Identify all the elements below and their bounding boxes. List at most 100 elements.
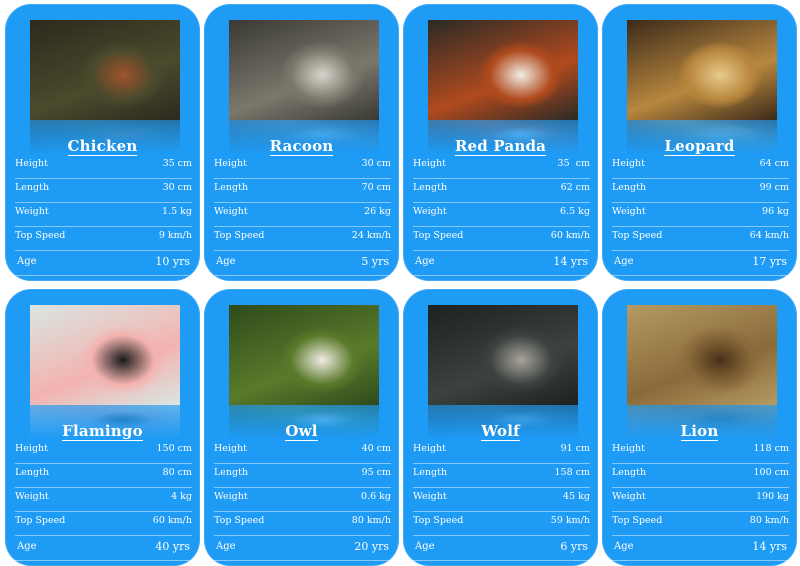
stat-label: Height — [15, 158, 48, 169]
stat-row-weight[interactable]: Weight 190 kg — [612, 488, 789, 512]
card-title-text: Wolf — [481, 422, 520, 441]
stat-row-top-speed[interactable]: Top Speed 59 km/h — [413, 512, 590, 536]
stat-value: 64 cm — [759, 158, 789, 169]
stat-row-weight[interactable]: Weight 0.6 kg — [214, 488, 391, 512]
stat-value: 14 yrs — [553, 255, 588, 268]
stat-list: Height 35 cm Length 62 cm Weight 6.5 kg Top… — [413, 155, 590, 276]
stat-label: Height — [214, 158, 247, 169]
stat-row-height[interactable]: Height 91 cm — [413, 440, 590, 464]
flamingo-photo — [30, 305, 180, 405]
stat-value: 91 cm — [560, 443, 590, 454]
stat-list: Height 30 cm Length 70 cm Weight 26 kg Top … — [214, 155, 391, 276]
stat-row-age[interactable]: Age 20 yrs — [214, 536, 391, 561]
stat-row-top-speed[interactable]: Top Speed 64 km/h — [612, 227, 789, 251]
stat-row-length[interactable]: Length 62 cm — [413, 179, 590, 203]
stat-value: 95 cm — [361, 467, 391, 478]
card-title-text: Flamingo — [62, 422, 143, 441]
stat-value: 40 yrs — [155, 540, 190, 553]
stat-list: Height 150 cm Length 80 cm Weight 4 kg Top … — [15, 440, 192, 561]
stat-label: Length — [214, 182, 249, 193]
stat-row-age[interactable]: Age 5 yrs — [214, 251, 391, 276]
card-title: Lion — [602, 422, 797, 441]
stat-row-length[interactable]: Length 80 cm — [15, 464, 192, 488]
stat-label: Length — [214, 467, 249, 478]
stat-row-height[interactable]: Height 150 cm — [15, 440, 192, 464]
stat-row-length[interactable]: Length 99 cm — [612, 179, 789, 203]
card-flamingo[interactable]: Flamingo Height 150 cm Length 80 cm Weight… — [5, 289, 200, 566]
stat-row-height[interactable]: Height 35 cm — [15, 155, 192, 179]
stat-value: 64 km/h — [749, 230, 789, 241]
card-wolf[interactable]: Wolf Height 91 cm Length 158 cm Weight 45 k… — [403, 289, 598, 566]
stat-row-weight[interactable]: Weight 4 kg — [15, 488, 192, 512]
stat-value: 70 cm — [361, 182, 391, 193]
stat-label: Height — [612, 443, 645, 454]
stat-label: Weight — [413, 491, 447, 502]
stat-value: 80 km/h — [351, 515, 391, 526]
stat-value: 118 cm — [753, 443, 789, 454]
stat-row-length[interactable]: Length 70 cm — [214, 179, 391, 203]
card-title-text: Racoon — [269, 137, 334, 156]
stat-row-weight[interactable]: Weight 1.5 kg — [15, 203, 192, 227]
card-chicken[interactable]: Chicken Height 35 cm Length 30 cm Weight 1.… — [5, 4, 200, 281]
stat-label: Length — [413, 182, 448, 193]
card-title: Chicken — [5, 137, 200, 156]
stat-row-height[interactable]: Height 118 cm — [612, 440, 789, 464]
stat-label: Age — [216, 541, 236, 552]
stat-value: 4 kg — [171, 491, 192, 502]
card-lion[interactable]: Lion Height 118 cm Length 100 cm Weight 190… — [602, 289, 797, 566]
card-title-text: Chicken — [67, 137, 138, 156]
stat-label: Age — [415, 256, 435, 267]
stat-row-length[interactable]: Length 100 cm — [612, 464, 789, 488]
stat-value: 60 km/h — [152, 515, 192, 526]
stat-row-height[interactable]: Height 30 cm — [214, 155, 391, 179]
stat-row-top-speed[interactable]: Top Speed 60 km/h — [413, 227, 590, 251]
stat-row-top-speed[interactable]: Top Speed 80 km/h — [214, 512, 391, 536]
stat-value: 26 kg — [364, 206, 391, 217]
stat-value: 14 yrs — [752, 540, 787, 553]
stat-value: 60 km/h — [550, 230, 590, 241]
card-leopard[interactable]: Leopard Height 64 cm Length 99 cm Weight 96… — [602, 4, 797, 281]
stat-list: Height 40 cm Length 95 cm Weight 0.6 kg Top… — [214, 440, 391, 561]
stat-label: Age — [415, 541, 435, 552]
stat-row-top-speed[interactable]: Top Speed 24 km/h — [214, 227, 391, 251]
stat-row-weight[interactable]: Weight 45 kg — [413, 488, 590, 512]
card-title: Racoon — [204, 137, 399, 156]
stat-label: Weight — [214, 491, 248, 502]
stat-row-top-speed[interactable]: Top Speed 60 km/h — [15, 512, 192, 536]
stat-list: Height 118 cm Length 100 cm Weight 190 kg T… — [612, 440, 789, 561]
stat-row-weight[interactable]: Weight 26 kg — [214, 203, 391, 227]
card-title-text: Lion — [680, 422, 719, 441]
stat-row-age[interactable]: Age 10 yrs — [15, 251, 192, 276]
card-owl[interactable]: Owl Height 40 cm Length 95 cm Weight 0.6 kg… — [204, 289, 399, 566]
stat-row-age[interactable]: Age 14 yrs — [413, 251, 590, 276]
stat-row-age[interactable]: Age 40 yrs — [15, 536, 192, 561]
card-title: Wolf — [403, 422, 598, 441]
stat-row-length[interactable]: Length 95 cm — [214, 464, 391, 488]
stat-row-height[interactable]: Height 35 cm — [413, 155, 590, 179]
stat-value: 30 cm — [361, 158, 391, 169]
stat-row-top-speed[interactable]: Top Speed 9 km/h — [15, 227, 192, 251]
stat-row-weight[interactable]: Weight 96 kg — [612, 203, 789, 227]
stat-label: Top Speed — [612, 515, 663, 526]
stat-row-length[interactable]: Length 30 cm — [15, 179, 192, 203]
stat-label: Top Speed — [15, 230, 66, 241]
stat-label: Height — [413, 443, 446, 454]
stat-row-weight[interactable]: Weight 6.5 kg — [413, 203, 590, 227]
stat-row-age[interactable]: Age 14 yrs — [612, 536, 789, 561]
stat-row-height[interactable]: Height 40 cm — [214, 440, 391, 464]
stat-row-length[interactable]: Length 158 cm — [413, 464, 590, 488]
stat-list: Height 91 cm Length 158 cm Weight 45 kg Top… — [413, 440, 590, 561]
stat-list: Height 64 cm Length 99 cm Weight 96 kg Top … — [612, 155, 789, 276]
stat-value: 17 yrs — [752, 255, 787, 268]
stat-value: 6 yrs — [560, 540, 588, 553]
stat-row-top-speed[interactable]: Top Speed 80 km/h — [612, 512, 789, 536]
stat-value: 1.5 kg — [162, 206, 192, 217]
stat-row-age[interactable]: Age 6 yrs — [413, 536, 590, 561]
stat-value: 30 cm — [162, 182, 192, 193]
card-red-panda[interactable]: Red Panda Height 35 cm Length 62 cm Weight… — [403, 4, 598, 281]
stat-row-age[interactable]: Age 17 yrs — [612, 251, 789, 276]
stat-list: Height 35 cm Length 30 cm Weight 1.5 kg Top… — [15, 155, 192, 276]
card-racoon[interactable]: Racoon Height 30 cm Length 70 cm Weight 26 … — [204, 4, 399, 281]
stat-value: 158 cm — [554, 467, 590, 478]
stat-row-height[interactable]: Height 64 cm — [612, 155, 789, 179]
